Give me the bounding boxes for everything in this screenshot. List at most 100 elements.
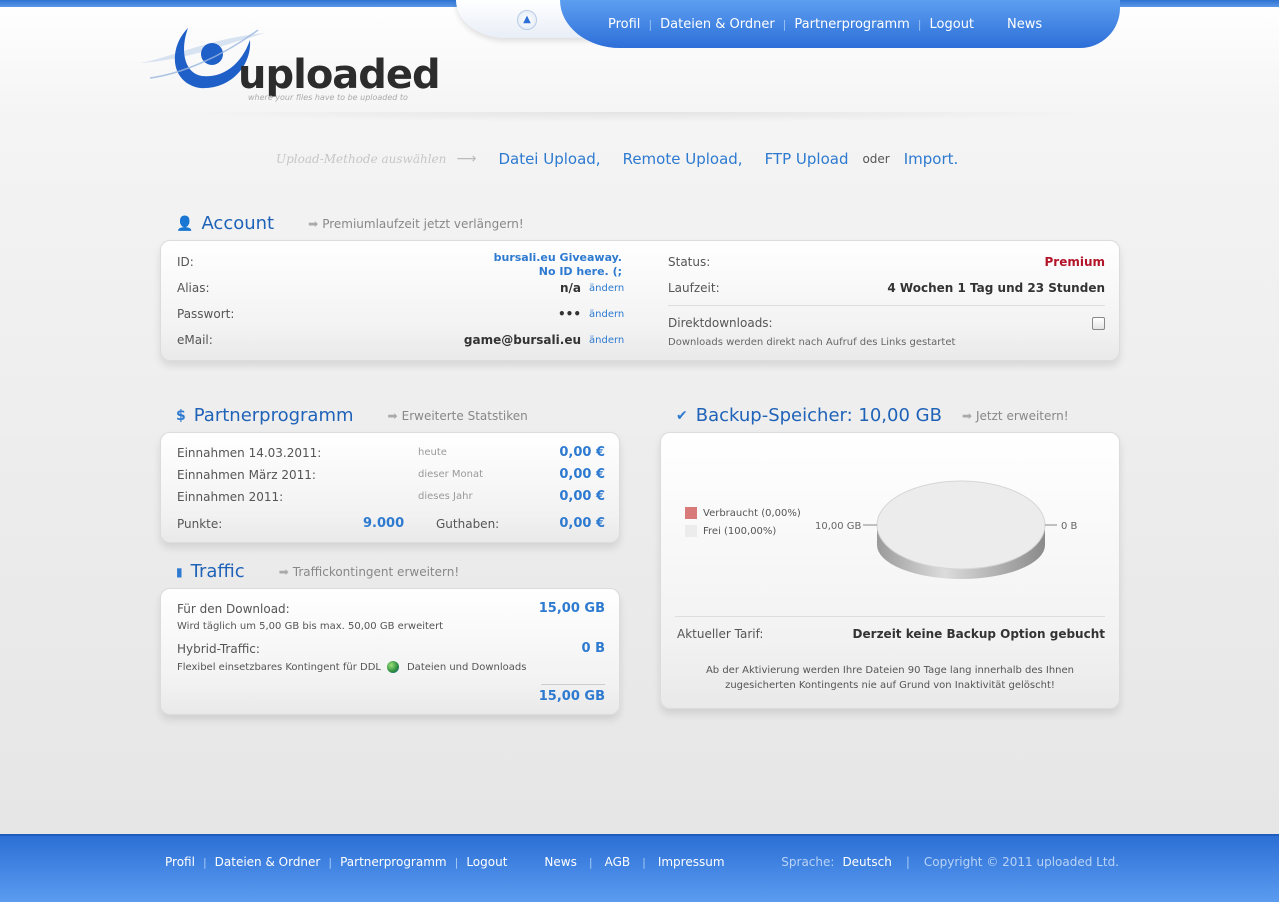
- nav-news[interactable]: News: [1007, 17, 1042, 32]
- account-right: Status: Premium Laufzeit: 4 Wochen 1 Tag…: [668, 241, 1105, 361]
- direct-downloads-checkbox[interactable]: [1092, 316, 1105, 330]
- hybrid-value: 0 B: [581, 641, 605, 656]
- pie-free-slice: [876, 480, 1046, 570]
- user-icon: 👤: [176, 215, 194, 232]
- traffic-extend-link[interactable]: ➡ Traffickontingent erweitern!: [279, 565, 459, 579]
- nav-logout[interactable]: Logout: [930, 17, 975, 32]
- nav-partnerprogramm[interactable]: Partnerprogramm: [794, 17, 909, 32]
- legend-used: Verbraucht (0,00%): [703, 507, 801, 519]
- backup-divider: [675, 616, 1105, 617]
- points-row: Punkte: 9.000 Guthaben: 0,00 €: [177, 516, 605, 531]
- bar-chart-icon: ▮: [176, 564, 183, 579]
- download-value: 15,00 GB: [538, 601, 605, 616]
- legend-used-swatch: [685, 507, 697, 519]
- backup-header: ✔ Backup-Speicher: 10,00 GB ➡ Jetzt erwei…: [676, 405, 1069, 426]
- arrow-icon: ➡: [278, 564, 289, 579]
- partner-row: Einnahmen März 2011: dieser Monat 0,00 €: [177, 467, 605, 482]
- ftp-upload-link[interactable]: FTP Upload: [765, 150, 849, 168]
- arrow-icon: ➡: [961, 408, 972, 423]
- logo-tagline: where your files have to be uploaded to: [248, 93, 408, 102]
- password-label: Passwort:: [177, 307, 235, 321]
- copyright: Copyright © 2011 uploaded Ltd.: [923, 855, 1119, 869]
- id-value: bursali.eu Giveaway. No ID here. (;: [493, 251, 622, 278]
- password-value: •••: [557, 307, 581, 321]
- account-title: Account: [201, 213, 275, 234]
- language-label: Sprache:: [781, 855, 835, 869]
- datei-upload-link[interactable]: Datei Upload,: [498, 150, 600, 168]
- nav-dateien-ordner[interactable]: Dateien & Ordner: [660, 17, 775, 32]
- traffic-title: Traffic: [190, 561, 245, 582]
- pie-label-left: 10,00 GB: [815, 521, 862, 532]
- top-navigation: Profil | Dateien & Ordner | Partnerprogram…: [608, 17, 1043, 32]
- credit-value: 0,00 €: [559, 516, 605, 531]
- partner-row: Einnahmen 2011: dieses Jahr 0,00 €: [177, 489, 605, 504]
- arrow-icon: ➡: [308, 216, 319, 231]
- upload-method-row: Upload-Methode auswählen ⟶ Datei Upload,…: [276, 150, 958, 168]
- email-value: game@bursali.eu: [463, 333, 581, 347]
- footer-navigation: Profil | Dateien & Ordner | Partnerprogram…: [165, 855, 725, 869]
- remote-upload-link[interactable]: Remote Upload,: [623, 150, 743, 168]
- partner-panel: Einnahmen 14.03.2011: heute 0,00 € Einna…: [160, 432, 620, 543]
- footer-profil[interactable]: Profil: [165, 855, 195, 869]
- account-header: 👤 Account ➡ Premiumlaufzeit jetzt verläng…: [176, 213, 524, 234]
- email-label: eMail:: [177, 333, 213, 347]
- backup-legend: Verbraucht (0,00%) Frei (100,00%): [685, 507, 801, 537]
- oder-text: oder: [862, 152, 890, 166]
- account-panel: ID: bursali.eu Giveaway. No ID here. (; …: [160, 240, 1120, 361]
- premium-extend-link[interactable]: ➡ Premiumlaufzeit jetzt verlängern!: [308, 217, 524, 231]
- tarif-label: Aktueller Tarif:: [677, 627, 764, 641]
- language-select[interactable]: Deutsch: [842, 855, 891, 869]
- backup-title: Backup-Speicher: 10,00 GB: [695, 405, 942, 426]
- footer-news[interactable]: News: [544, 855, 576, 869]
- alias-value: n/a: [559, 281, 581, 295]
- nav-profil[interactable]: Profil: [608, 17, 640, 32]
- footer-logout[interactable]: Logout: [466, 855, 507, 869]
- footer-agb[interactable]: AGB: [605, 855, 631, 869]
- partner-title: Partnerprogramm: [193, 405, 354, 426]
- download-label: Für den Download:: [177, 601, 290, 616]
- partner-row: Einnahmen 14.03.2011: heute 0,00 €: [177, 445, 605, 460]
- credit-label: Guthaben:: [436, 516, 500, 531]
- traffic-header: ▮ Traffic ➡ Traffickontingent erweitern!: [176, 561, 459, 582]
- email-change-link[interactable]: ändern: [589, 335, 633, 346]
- tarif-value: Derzeit keine Backup Option gebucht: [852, 627, 1105, 641]
- alias-change-link[interactable]: ändern: [589, 283, 633, 294]
- points-value: 9.000: [363, 516, 405, 531]
- alias-label: Alias:: [177, 281, 210, 295]
- check-circle-icon: ✔: [676, 407, 688, 424]
- runtime-value: 4 Wochen 1 Tag und 23 Stunden: [887, 281, 1105, 295]
- backup-panel: Verbraucht (0,00%) Frei (100,00%) 10,00 …: [660, 432, 1120, 709]
- uploaded-logo[interactable]: uploaded where your files have to be upl…: [140, 18, 441, 108]
- footer: Profil | Dateien & Ordner | Partnerprogram…: [0, 834, 1279, 902]
- download-desc: Wird täglich um 5,00 GB bis max. 50,00 G…: [177, 621, 444, 632]
- backup-pie-chart: 10,00 GB 0 B: [815, 480, 1078, 579]
- status-label: Status:: [668, 255, 711, 269]
- password-change-link[interactable]: ändern: [589, 309, 633, 320]
- footer-dateien-ordner[interactable]: Dateien & Ordner: [215, 855, 321, 869]
- runtime-label: Laufzeit:: [668, 281, 720, 295]
- traffic-panel: Für den Download: 15,00 GB Wird täglich …: [160, 588, 620, 715]
- hybrid-label: Hybrid-Traffic:: [177, 641, 260, 656]
- account-left: ID: bursali.eu Giveaway. No ID here. (; …: [177, 241, 624, 361]
- footer-partnerprogramm[interactable]: Partnerprogramm: [340, 855, 447, 869]
- divider: [668, 305, 1105, 306]
- backup-extend-link[interactable]: ➡ Jetzt erweitern!: [962, 409, 1069, 423]
- footer-right: Sprache: Deutsch | Copyright © 2011 uplo…: [781, 855, 1119, 869]
- id-label: ID:: [177, 255, 194, 269]
- header-shadow: [160, 112, 1120, 122]
- legend-free-swatch: [685, 525, 697, 537]
- legend-free: Frei (100,00%): [703, 525, 777, 537]
- extended-stats-link[interactable]: ➡ Erweiterte Statstiken: [388, 409, 528, 423]
- arrow-icon: ➡: [387, 408, 398, 423]
- backup-note: Ab der Aktivierung werden Ihre Dateien 9…: [705, 665, 1075, 691]
- footer-impressum[interactable]: Impressum: [658, 855, 725, 869]
- partner-header: $ Partnerprogramm ➡ Erweiterte Statstiken: [176, 405, 528, 426]
- points-label: Punkte:: [177, 516, 223, 531]
- status-value: Premium: [1044, 255, 1105, 269]
- traffic-total: 15,00 GB: [538, 689, 605, 704]
- scroll-up-icon[interactable]: ▲: [517, 10, 537, 30]
- import-link[interactable]: Import.: [904, 150, 959, 168]
- arrow-right-icon: ⟶: [456, 151, 477, 167]
- hybrid-desc: Flexibel einsetzbares Kontingent für DDL: [177, 661, 381, 673]
- pie-label-right: 0 B: [1061, 521, 1078, 532]
